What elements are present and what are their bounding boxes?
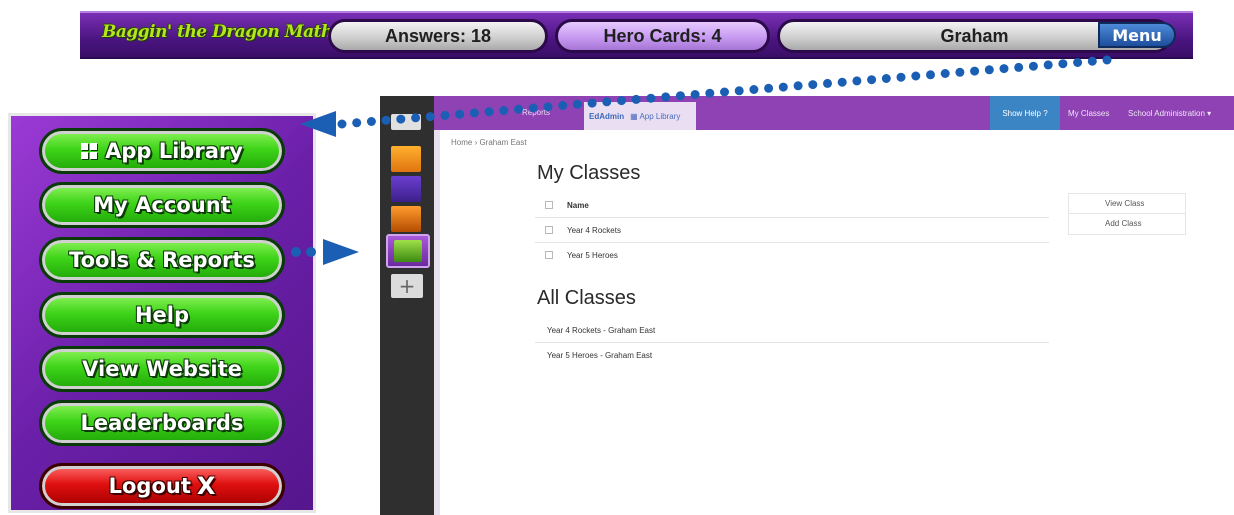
arrowhead-icon: [323, 239, 359, 265]
player-name: Graham: [940, 25, 1009, 46]
my-account-label: My Account: [93, 193, 231, 217]
table-row[interactable]: Year 4 Rockets: [535, 217, 1049, 242]
my-account-button[interactable]: My Account: [39, 182, 285, 228]
app-thumb-dragon-active[interactable]: [386, 234, 430, 268]
app-library-tab-text: App Library: [639, 111, 681, 121]
app-thumb-3[interactable]: [391, 176, 421, 202]
my-classes-table: Name Year 4 Rockets Year 5 Heroes: [535, 193, 1049, 267]
table-row[interactable]: Year 5 Heroes: [535, 242, 1049, 267]
view-class-link[interactable]: View Class: [1069, 194, 1185, 213]
tab-reports[interactable]: Reports: [522, 108, 550, 117]
plus-icon: +: [398, 274, 416, 298]
hero-cards-counter: Hero Cards: 4: [555, 19, 770, 53]
row-checkbox[interactable]: [545, 226, 553, 234]
row-checkbox[interactable]: [545, 251, 553, 259]
class-name: Year 4 Rockets - Graham East: [547, 325, 656, 335]
app-thumb-management[interactable]: [391, 114, 421, 130]
app-library-tab-label: ▦ App Library: [630, 111, 681, 121]
class-name: Year 4 Rockets: [567, 225, 621, 235]
app-thumb-4[interactable]: [391, 206, 421, 232]
all-classes-table: Year 4 Rockets - Graham East Year 5 Hero…: [535, 318, 1049, 367]
help-label: Help: [134, 303, 190, 327]
help-button[interactable]: Help: [39, 292, 285, 338]
table-header-row: Name: [535, 193, 1049, 217]
view-website-label: View Website: [82, 357, 242, 381]
app-sidebar: +: [380, 96, 434, 515]
show-help-label: Show Help ?: [1002, 108, 1048, 118]
menu-button-label: Menu: [1112, 25, 1162, 45]
my-classes-heading: My Classes: [537, 162, 641, 184]
show-help-button[interactable]: Show Help ?: [990, 96, 1060, 130]
name-column-header: Name: [567, 200, 589, 210]
answers-counter: Answers: 18: [328, 19, 548, 53]
tab-app-library[interactable]: EdAdmin ▦ App Library: [584, 102, 696, 130]
app-thumb-2[interactable]: [391, 146, 421, 172]
game-top-bar: Baggin' the Dragon Maths✲ Answers: 18 He…: [80, 11, 1193, 59]
nav-my-classes[interactable]: My Classes: [1068, 109, 1109, 118]
menu-panel: App Library My Account Tools & Reports H…: [8, 113, 316, 513]
leaderboards-button[interactable]: Leaderboards: [39, 400, 285, 446]
content-left-divider: [434, 130, 440, 515]
view-website-button[interactable]: View Website: [39, 346, 285, 392]
menu-button[interactable]: Menu: [1098, 22, 1176, 48]
game-logo-text: Baggin' the Dragon Maths: [102, 22, 342, 42]
grid-icon: [81, 143, 98, 159]
logout-label: Logout: [108, 474, 191, 498]
nav-school-administration[interactable]: School Administration ▾: [1128, 109, 1211, 118]
table-row[interactable]: Year 5 Heroes - Graham East: [535, 342, 1049, 367]
add-class-link[interactable]: Add Class: [1069, 213, 1185, 233]
game-logo: Baggin' the Dragon Maths✲: [102, 22, 359, 42]
answers-label: Answers: 18: [384, 25, 492, 46]
app-screenshot: + Reports EdAdmin ▦ App Library Show Hel…: [380, 96, 1234, 515]
add-app-button[interactable]: +: [391, 274, 423, 298]
app-library-button[interactable]: App Library: [39, 128, 285, 174]
class-actions-panel: View Class Add Class: [1068, 193, 1186, 235]
hero-cards-label: Hero Cards: 4: [603, 25, 722, 46]
tools-reports-label: Tools & Reports: [69, 248, 255, 272]
breadcrumb: Home › Graham East: [451, 138, 527, 147]
app-top-nav: Reports EdAdmin ▦ App Library Show Help …: [434, 96, 1234, 130]
close-x-icon: X: [196, 472, 216, 500]
class-name: Year 5 Heroes - Graham East: [547, 350, 653, 360]
table-row[interactable]: Year 4 Rockets - Graham East: [535, 318, 1049, 342]
logout-button[interactable]: Logout X: [39, 463, 285, 509]
leaderboards-label: Leaderboards: [80, 411, 244, 435]
app-library-label: App Library: [105, 139, 243, 163]
all-classes-heading: All Classes: [537, 287, 636, 309]
class-name: Year 5 Heroes: [567, 250, 618, 260]
tools-reports-button[interactable]: Tools & Reports: [39, 237, 285, 283]
select-all-checkbox[interactable]: [545, 201, 553, 209]
brand-logo: EdAdmin: [589, 111, 625, 121]
